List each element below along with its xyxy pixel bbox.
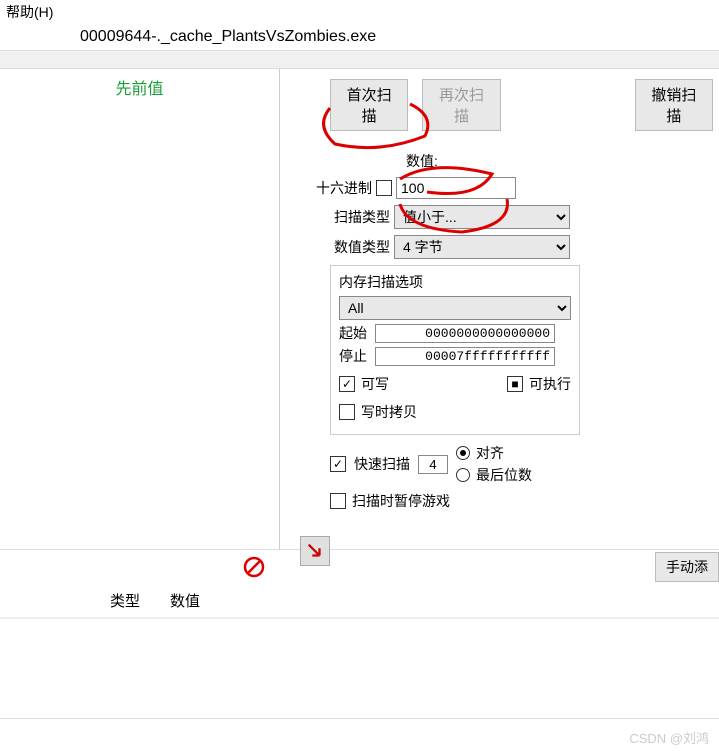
value-type-select[interactable]: 4 字节 [394, 235, 570, 259]
executable-checkbox[interactable] [507, 376, 523, 392]
hex-checkbox[interactable] [376, 180, 392, 196]
col-type: 类型 [110, 590, 140, 611]
executable-label: 可执行 [529, 374, 571, 394]
fast-scan-value[interactable] [418, 455, 448, 474]
results-panel: 先前值 [0, 69, 280, 549]
pause-game-checkbox[interactable] [330, 493, 346, 509]
add-to-list-button[interactable] [300, 536, 330, 566]
value-label: 数值: [406, 151, 438, 171]
copy-on-write-checkbox[interactable] [339, 404, 355, 420]
last-digits-radio[interactable] [456, 468, 470, 482]
stop-label: 停止 [339, 346, 369, 366]
last-digits-label: 最后位数 [476, 465, 532, 485]
col-value: 数值 [170, 590, 200, 611]
fast-scan-checkbox[interactable] [330, 456, 346, 472]
undo-scan-button[interactable]: 撤销扫描 [635, 79, 713, 131]
menubar: 帮助(H) [0, 0, 719, 24]
prev-value-header: 先前值 [0, 69, 279, 105]
arrow-down-right-icon [306, 542, 324, 560]
pause-game-label: 扫描时暂停游戏 [352, 491, 450, 511]
start-address-input[interactable] [375, 324, 555, 343]
address-table[interactable] [0, 619, 719, 719]
first-scan-button[interactable]: 首次扫描 [330, 79, 408, 131]
copy-on-write-label: 写时拷贝 [361, 402, 417, 422]
scan-type-select[interactable]: 值小于... [394, 205, 570, 229]
writable-label: 可写 [361, 374, 389, 394]
aligned-radio[interactable] [456, 446, 470, 460]
hex-label: 十六进制 [290, 178, 372, 198]
memory-scan-options: 内存扫描选项 All 起始 停止 可写 [330, 265, 580, 435]
manual-add-button[interactable]: 手动添 [655, 552, 719, 582]
watermark: CSDN @刘鸿 [629, 728, 709, 747]
writable-checkbox[interactable] [339, 376, 355, 392]
mem-group-title: 内存扫描选项 [339, 272, 571, 292]
fast-scan-label: 快速扫描 [354, 454, 410, 474]
scan-panel: 首次扫描 再次扫描 撤销扫描 数值: 十六进制 扫描类型 值小于... 数值类型… [280, 69, 719, 549]
stop-address-input[interactable] [375, 347, 555, 366]
toolbar-strip [0, 51, 719, 69]
start-label: 起始 [339, 323, 369, 343]
menu-help[interactable]: 帮助(H) [6, 4, 53, 20]
memory-region-select[interactable]: All [339, 296, 571, 320]
scan-type-label: 扫描类型 [300, 207, 390, 227]
process-title: 00009644-._cache_PlantsVsZombies.exe [0, 24, 719, 51]
address-table-header: 类型 数值 [0, 584, 719, 619]
next-scan-button: 再次扫描 [422, 79, 500, 131]
aligned-label: 对齐 [476, 443, 504, 463]
value-input[interactable] [396, 177, 516, 199]
value-type-label: 数值类型 [300, 237, 390, 257]
clear-icon[interactable] [240, 553, 268, 581]
results-list[interactable] [0, 105, 279, 549]
